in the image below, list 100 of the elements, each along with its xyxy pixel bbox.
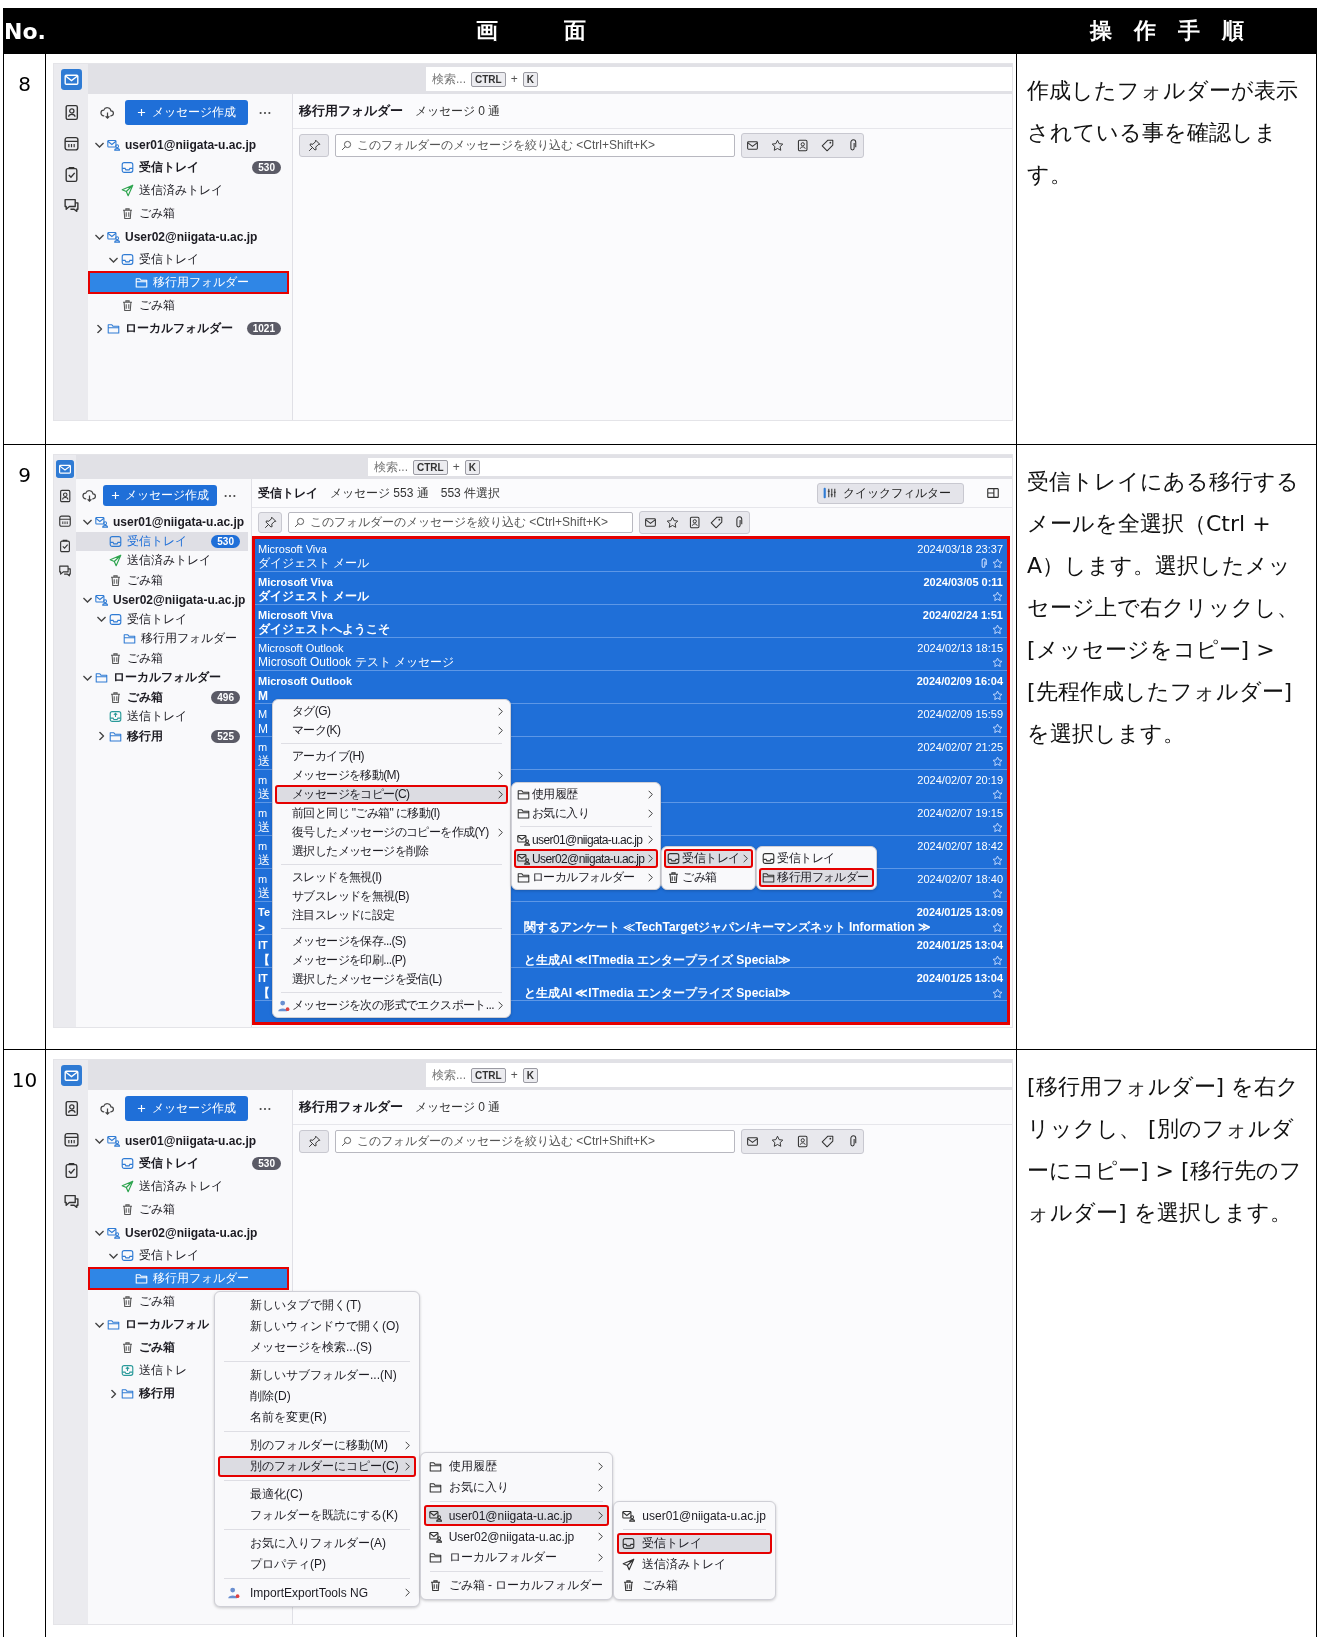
- folder-item[interactable]: ローカルフォルダー: [76, 668, 248, 688]
- calendar-icon[interactable]: [58, 514, 72, 528]
- layout-icon[interactable]: [986, 486, 1000, 500]
- folder-item[interactable]: user01@niigata-u.ac.jp: [88, 133, 289, 156]
- folder-item[interactable]: user01@niigata-u.ac.jp: [88, 1129, 289, 1152]
- contact-book-icon[interactable]: [62, 1100, 80, 1117]
- compose-button[interactable]: メッセージ作成: [125, 100, 248, 125]
- folder-item[interactable]: 送信済みトレイ: [88, 179, 289, 202]
- tag-icon[interactable]: [821, 138, 834, 152]
- menu-item[interactable]: 選択したメッセージを削除: [275, 842, 508, 861]
- folder-item[interactable]: ローカルフォルダー 1021: [88, 317, 289, 340]
- menu-item[interactable]: 移行用フォルダー: [759, 868, 874, 887]
- menu-item[interactable]: 選択したメッセージを受信(L): [275, 970, 508, 989]
- menu-item[interactable]: ローカルフォルダー: [423, 1547, 610, 1568]
- tag-icon[interactable]: [710, 515, 723, 529]
- folder-item[interactable]: ごみ箱: [76, 648, 248, 668]
- menu-item[interactable]: 名前を変更(R): [218, 1407, 416, 1428]
- folder-item[interactable]: 送信トレイ: [76, 707, 248, 727]
- folder-item[interactable]: ごみ箱: [88, 1198, 289, 1221]
- cloud-icon[interactable]: [100, 105, 115, 120]
- contact-book-icon[interactable]: [58, 489, 72, 503]
- folder-item[interactable]: 送信済みトレイ: [76, 551, 248, 571]
- chevron-icon[interactable]: [83, 674, 92, 681]
- pin-button[interactable]: [299, 1129, 329, 1153]
- menu-item[interactable]: お気に入り: [514, 804, 659, 823]
- folder-item[interactable]: 移行用 525: [76, 726, 248, 746]
- menu-item[interactable]: 新しいタブで開く(T): [218, 1295, 416, 1316]
- search-field[interactable]: 検索... CTRL + K: [426, 1063, 1012, 1087]
- menu-item[interactable]: ごみ箱: [664, 868, 754, 887]
- menu-item[interactable]: 別のフォルダーに移動(M): [218, 1435, 416, 1456]
- contact-book-icon[interactable]: [688, 515, 701, 529]
- folder-item[interactable]: user01@niigata-u.ac.jp: [76, 512, 248, 532]
- menu-item[interactable]: ごみ箱: [617, 1575, 772, 1596]
- chat-bubble-icon[interactable]: [62, 197, 80, 214]
- folder-item[interactable]: 受信トレイ: [88, 1244, 289, 1267]
- menu-item[interactable]: メッセージを保存...(S): [275, 932, 508, 951]
- envelope-icon[interactable]: [60, 1065, 82, 1086]
- envelope-icon[interactable]: [56, 460, 74, 478]
- clipboard-check-icon[interactable]: [58, 539, 72, 553]
- chevron-icon[interactable]: [96, 324, 103, 333]
- envelope-icon[interactable]: [746, 1134, 759, 1148]
- menu-item[interactable]: user01@niigata-u.ac.jp: [617, 1505, 772, 1526]
- folder-item[interactable]: 移行用フォルダー: [76, 629, 248, 649]
- menu-item[interactable]: 使用履歴: [423, 1456, 610, 1477]
- chevron-icon[interactable]: [109, 256, 118, 263]
- envelope-icon[interactable]: [60, 69, 82, 90]
- message-row[interactable]: Microsoft Viva 2024/03/18 23:37 ダイジェスト メール: [255, 539, 1007, 572]
- clipboard-check-icon[interactable]: [62, 1162, 80, 1179]
- compose-button[interactable]: メッセージ作成: [125, 1096, 248, 1121]
- menu-item[interactable]: プロパティ(P): [218, 1554, 416, 1575]
- contact-book-icon[interactable]: [62, 104, 80, 121]
- more-icon[interactable]: [258, 109, 272, 116]
- filter-field[interactable]: このフォルダーのメッセージを絞り込む <Ctrl+Shift+K>: [288, 511, 633, 533]
- menu-item[interactable]: マーク(K): [275, 721, 508, 740]
- contact-book-icon[interactable]: [796, 1134, 809, 1148]
- folder-item[interactable]: User02@niigata-u.ac.jp: [88, 225, 289, 248]
- calendar-icon[interactable]: [62, 1131, 80, 1148]
- chevron-icon[interactable]: [95, 233, 104, 240]
- quick-filter-button[interactable]: クイックフィルター: [817, 482, 964, 504]
- folder-item[interactable]: ごみ箱: [88, 202, 289, 225]
- menu-item[interactable]: user01@niigata-u.ac.jp: [423, 1505, 610, 1526]
- calendar-icon[interactable]: [62, 135, 80, 152]
- menu-item[interactable]: 使用履歴: [514, 785, 659, 804]
- envelope-icon[interactable]: [746, 138, 759, 152]
- menu-item[interactable]: 復号したメッセージのコピーを作成(Y): [275, 823, 508, 842]
- chevron-icon[interactable]: [110, 1389, 117, 1398]
- chat-bubble-icon[interactable]: [58, 564, 72, 578]
- more-icon[interactable]: [258, 1105, 272, 1112]
- menu-item[interactable]: メッセージをコピー(C): [275, 785, 508, 804]
- menu-item[interactable]: 受信トレイ: [664, 849, 754, 868]
- chevron-icon[interactable]: [98, 731, 105, 741]
- folder-item[interactable]: User02@niigata-u.ac.jp: [88, 1221, 289, 1244]
- chevron-icon[interactable]: [83, 596, 92, 603]
- chevron-icon[interactable]: [83, 518, 92, 525]
- folder-item[interactable]: 受信トレイ 530: [88, 156, 289, 179]
- chevron-icon[interactable]: [95, 1137, 104, 1144]
- filter-field[interactable]: このフォルダーのメッセージを絞り込む <Ctrl+Shift+K>: [335, 1129, 735, 1153]
- folder-item[interactable]: 受信トレイ: [76, 609, 248, 629]
- menu-item[interactable]: 新しいサブフォルダー...(N): [218, 1365, 416, 1386]
- menu-item[interactable]: 前回と同じ "ごみ箱" に移動(I): [275, 804, 508, 823]
- folder-item[interactable]: 受信トレイ: [88, 248, 289, 271]
- menu-item[interactable]: user01@niigata-u.ac.jp: [514, 830, 659, 849]
- chevron-icon[interactable]: [97, 616, 106, 623]
- menu-item[interactable]: ImportExportTools NG: [218, 1582, 416, 1603]
- clipboard-check-icon[interactable]: [62, 166, 80, 183]
- menu-item[interactable]: User02@niigata-u.ac.jp: [514, 849, 659, 868]
- menu-item[interactable]: フォルダーを既読にする(K): [218, 1505, 416, 1526]
- menu-item[interactable]: 送信済みトレイ: [617, 1554, 772, 1575]
- menu-item[interactable]: 受信トレイ: [759, 849, 874, 868]
- menu-item[interactable]: 注目スレッドに設定: [275, 906, 508, 925]
- pin-button[interactable]: [299, 133, 329, 157]
- folder-item[interactable]: 移行用フォルダー: [88, 271, 289, 294]
- message-row[interactable]: Microsoft Viva 2024/02/24 1:51 ダイジェストへようこそ: [255, 605, 1007, 638]
- message-row[interactable]: Microsoft Outlook 2024/02/13 18:15 Microsoft Outlook テスト メッセージ: [255, 638, 1007, 671]
- folder-item[interactable]: 受信トレイ 530: [88, 1152, 289, 1175]
- menu-item[interactable]: 最適化(C): [218, 1484, 416, 1505]
- search-field[interactable]: 検索... CTRL + K: [426, 67, 1012, 91]
- filter-field[interactable]: このフォルダーのメッセージを絞り込む <Ctrl+Shift+K>: [335, 133, 735, 157]
- folder-item[interactable]: ごみ箱: [88, 294, 289, 317]
- chevron-icon[interactable]: [109, 1252, 118, 1259]
